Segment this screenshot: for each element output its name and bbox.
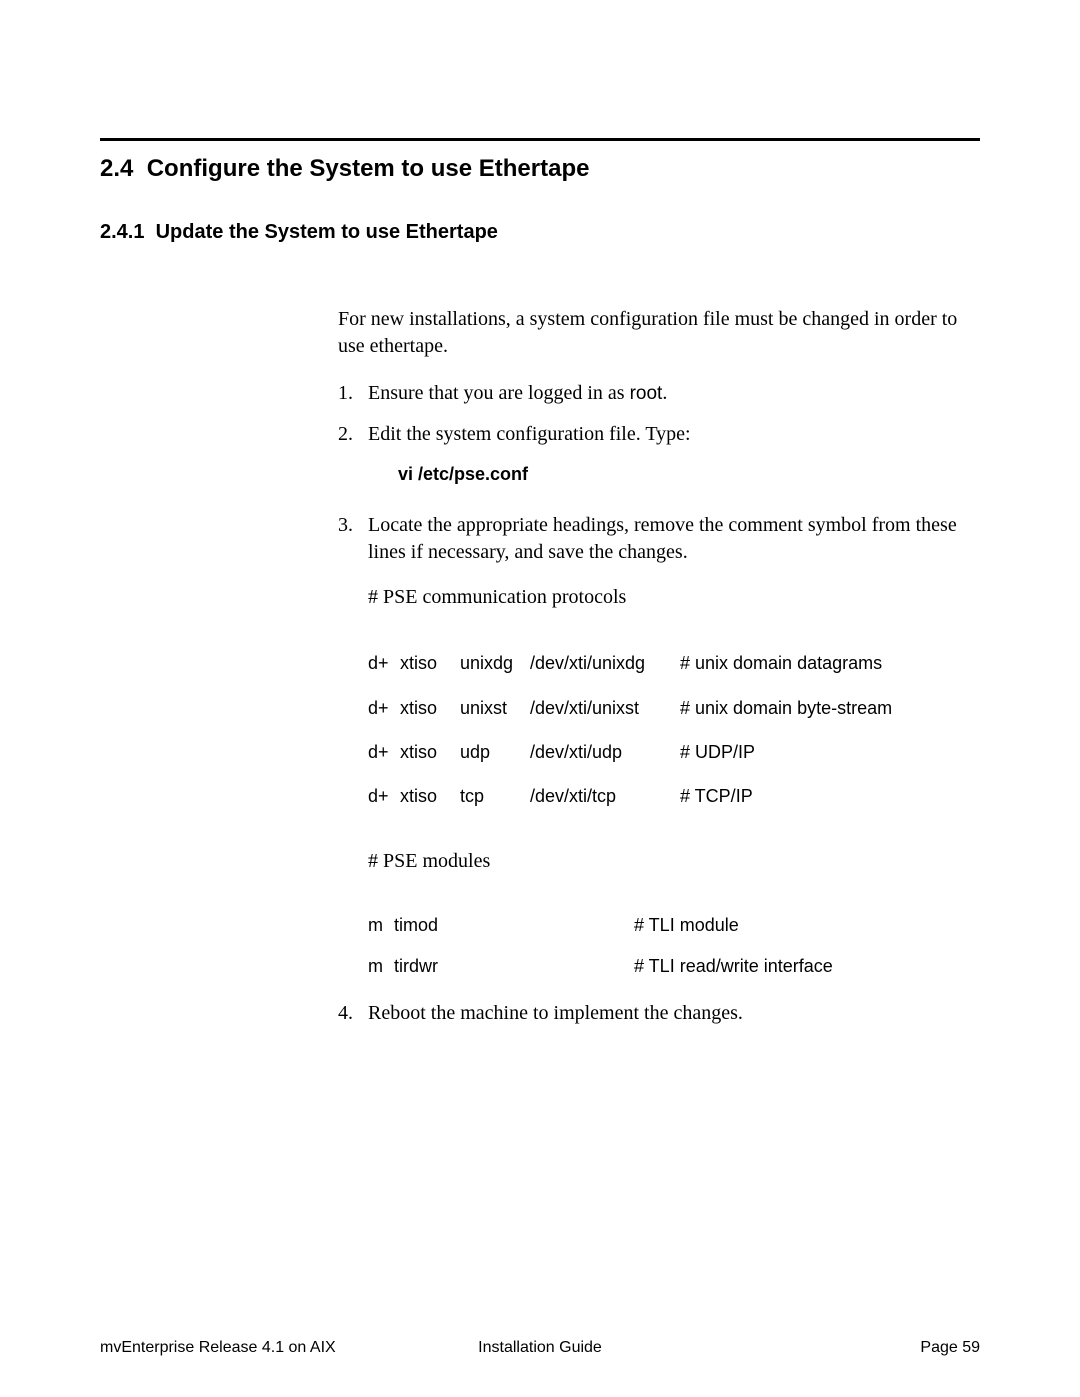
content-block: For new installations, a system configur… (338, 306, 980, 986)
step-3: 3. Locate the appropriate headings, remo… (338, 512, 980, 986)
modules-table: m timod # TLI module m tirdwr # TLI read… (368, 905, 840, 986)
table-row: d+ xtiso unixst /dev/xti/unixst # unix d… (368, 686, 899, 730)
step-content: Edit the system configuration file. Type… (368, 421, 980, 498)
table-row: d+ xtiso unixdg /dev/xti/unixdg # unix d… (368, 641, 899, 685)
steps-list: 1. Ensure that you are logged in as root… (338, 380, 980, 986)
pse-modules-label: # PSE modules (368, 848, 980, 875)
intro-paragraph: For new installations, a system configur… (338, 306, 980, 360)
step-number: 3. (338, 512, 368, 986)
step-number: 1. (338, 380, 368, 407)
footer-left: mvEnterprise Release 4.1 on AIX (100, 1339, 336, 1357)
section-title: 2.4 Configure the System to use Ethertap… (100, 155, 980, 183)
step-number: 4. (338, 1000, 368, 1027)
footer-right: Page 59 (920, 1339, 980, 1357)
subsection-title-text: Update the System to use Ethertape (156, 221, 498, 243)
protocols-table: d+ xtiso unixdg /dev/xti/unixdg # unix d… (368, 641, 899, 818)
step-4-list: 4. Reboot the machine to implement the c… (338, 1000, 980, 1027)
step-content: Locate the appropriate headings, remove … (368, 512, 980, 986)
pse-protocols-label: # PSE communication protocols (368, 584, 980, 611)
root-literal: root (630, 383, 663, 404)
pse-protocols-section: # PSE communication protocols d+ xtiso u… (368, 584, 980, 986)
table-row: m tirdwr # TLI read/write interface (368, 946, 840, 986)
step-content: Reboot the machine to implement the chan… (368, 1000, 980, 1027)
subsection-title: 2.4.1 Update the System to use Ethertape (100, 221, 980, 244)
step-4: 4. Reboot the machine to implement the c… (338, 1000, 980, 1027)
page-footer: mvEnterprise Release 4.1 on AIX Installa… (100, 1339, 980, 1357)
step-number: 2. (338, 421, 368, 498)
vi-command: vi /etc/pse.conf (398, 462, 980, 486)
footer-center: Installation Guide (478, 1339, 602, 1357)
section-number: 2.4 (100, 155, 133, 182)
section-title-text: Configure the System to use Ethertape (147, 155, 590, 182)
section-divider (100, 138, 980, 141)
subsection-number: 2.4.1 (100, 221, 144, 243)
table-row: d+ xtiso udp /dev/xti/udp # UDP/IP (368, 730, 899, 774)
step-2: 2. Edit the system configuration file. T… (338, 421, 980, 498)
table-row: d+ xtiso tcp /dev/xti/tcp # TCP/IP (368, 774, 899, 818)
table-row: m timod # TLI module (368, 905, 840, 945)
step-content: Ensure that you are logged in as root. (368, 380, 980, 407)
step-1: 1. Ensure that you are logged in as root… (338, 380, 980, 407)
